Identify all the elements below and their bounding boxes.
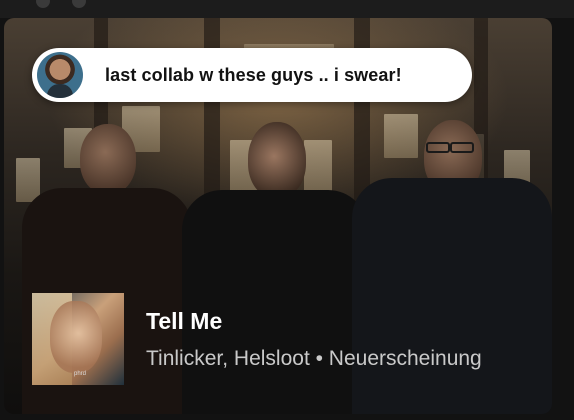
album-cover[interactable]: phrd [32,293,124,385]
canvas-card[interactable]: last collab w these guys .. i swear! phr… [4,18,552,414]
track-row[interactable]: phrd Tell Me Tinlicker, Helsloot • Neuer… [32,293,552,385]
top-strip-dot [72,0,86,8]
top-strip-dot [36,0,50,8]
avatar[interactable] [37,52,83,98]
caption-bubble: last collab w these guys .. i swear! [32,48,472,102]
caption-text: last collab w these guys .. i swear! [105,64,402,85]
top-strip [0,0,574,18]
track-title[interactable]: Tell Me [146,308,500,335]
cover-label: phrd [74,371,87,377]
track-info: Tell Me Tinlicker, Helsloot • Neuerschei… [146,308,500,371]
track-subtitle[interactable]: Tinlicker, Helsloot • Neuerscheinung [146,347,500,371]
